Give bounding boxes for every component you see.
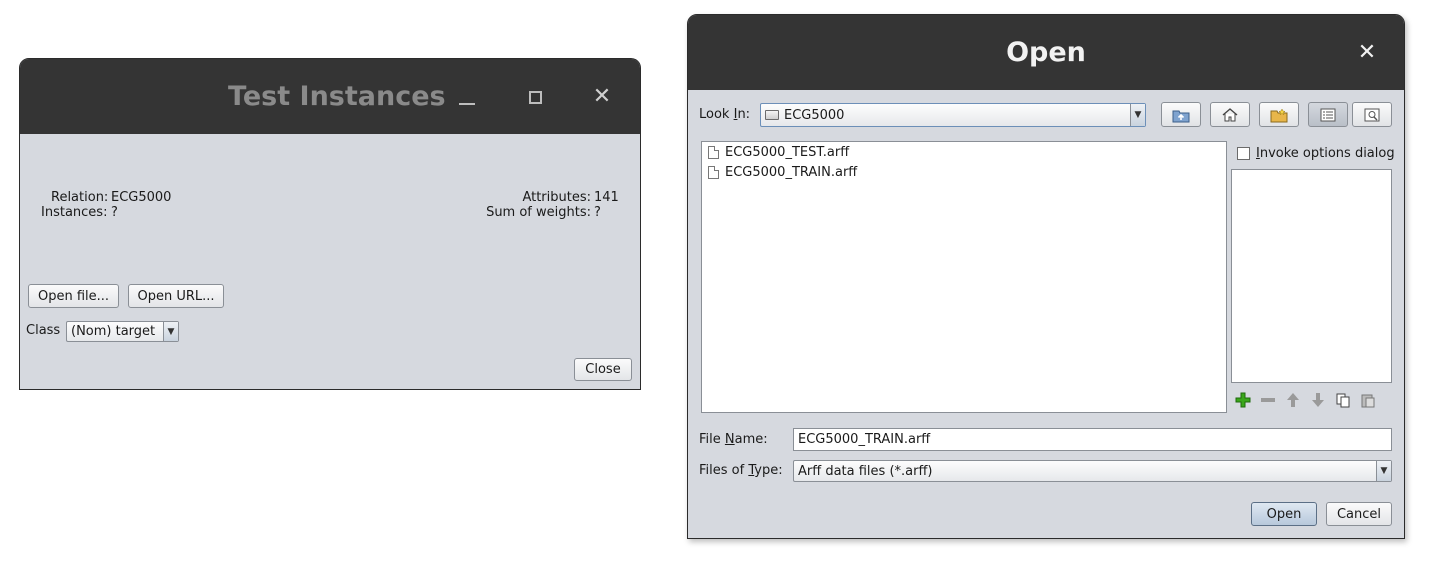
close-icon: ✕: [1357, 39, 1377, 65]
sum-weights-label: Sum of weights:: [486, 205, 591, 220]
dialog-close-button[interactable]: ✕: [1352, 37, 1382, 67]
dialog-title: Open: [1006, 37, 1086, 68]
file-name-field[interactable]: ECG5000_TRAIN.arff: [793, 428, 1392, 451]
new-folder-button[interactable]: [1259, 102, 1299, 127]
details-view-icon: [1364, 108, 1380, 121]
window-title: Test Instances: [228, 81, 446, 112]
new-folder-icon: [1270, 107, 1288, 122]
look-in-label: Look In:: [699, 107, 751, 122]
look-in-value: ECG5000: [784, 107, 845, 123]
maximize-button[interactable]: [520, 83, 550, 111]
options-panel[interactable]: [1231, 169, 1392, 383]
file-name: ECG5000_TEST.arff: [725, 145, 850, 160]
class-label: Class: [26, 323, 61, 338]
minus-icon: [1261, 398, 1275, 402]
file-list[interactable]: ECG5000_TEST.arff ECG5000_TRAIN.arff: [701, 141, 1227, 413]
class-select[interactable]: (Nom) target ▼: [66, 321, 179, 342]
copy-icon: [1336, 393, 1350, 408]
plus-icon: [1235, 392, 1251, 408]
test-instances-titlebar[interactable]: Test Instances ✕: [20, 59, 640, 134]
invoke-options-checkbox[interactable]: [1237, 147, 1250, 160]
cancel-button[interactable]: Cancel: [1326, 502, 1392, 526]
class-select-value: (Nom) target: [71, 324, 156, 339]
open-file-button[interactable]: Open file...: [28, 284, 119, 308]
list-item[interactable]: ECG5000_TEST.arff: [708, 145, 849, 160]
chevron-down-icon: ▼: [1130, 104, 1145, 126]
file-name-label: File Name:: [699, 432, 768, 447]
close-window-button[interactable]: ✕: [587, 81, 617, 111]
files-of-type-label: Files of Type:: [699, 463, 783, 478]
relation-label: Relation:: [51, 190, 109, 205]
instances-value: ?: [111, 205, 118, 220]
list-view-icon: [1320, 108, 1336, 121]
attributes-label: Attributes:: [522, 190, 591, 205]
up-folder-button[interactable]: [1161, 102, 1201, 127]
minimize-icon: [459, 103, 475, 105]
open-dialog: Open ✕ Look In: ECG5000 ▼ ECG5000_TEST.a…: [687, 14, 1405, 539]
file-icon: [708, 146, 719, 159]
file-name-value: ECG5000_TRAIN.arff: [798, 432, 931, 447]
copy-button[interactable]: [1334, 391, 1352, 409]
files-of-type-select[interactable]: Arff data files (*.arff) ▼: [793, 460, 1392, 482]
arrow-up-icon: [1287, 393, 1299, 407]
open-dialog-titlebar[interactable]: Open ✕: [688, 15, 1404, 90]
chevron-down-icon: ▼: [1376, 461, 1391, 481]
file-name: ECG5000_TRAIN.arff: [725, 165, 858, 180]
move-up-button[interactable]: [1284, 391, 1302, 409]
list-view-button[interactable]: [1308, 102, 1348, 127]
files-of-type-value: Arff data files (*.arff): [798, 463, 933, 479]
minimize-button[interactable]: [452, 84, 482, 112]
home-icon: [1222, 107, 1238, 121]
details-view-button[interactable]: [1352, 102, 1392, 127]
remove-button[interactable]: [1259, 391, 1277, 409]
sum-weights-value: ?: [594, 205, 601, 220]
home-button[interactable]: [1210, 102, 1250, 127]
paste-button[interactable]: [1359, 391, 1377, 409]
attributes-value: 141: [594, 190, 619, 205]
up-folder-icon: [1172, 110, 1190, 122]
open-url-button[interactable]: Open URL...: [128, 284, 224, 308]
invoke-options-label: Invoke options dialog: [1256, 146, 1395, 161]
add-button[interactable]: [1234, 391, 1252, 409]
close-icon: ✕: [592, 83, 612, 109]
test-instances-window: Test Instances ✕ Relation: ECG5000 Insta…: [19, 58, 641, 390]
file-icon: [708, 166, 719, 179]
arrow-down-icon: [1312, 393, 1324, 407]
maximize-icon: [528, 90, 542, 104]
move-down-button[interactable]: [1309, 391, 1327, 409]
close-button[interactable]: Close: [574, 358, 632, 381]
look-in-select[interactable]: ECG5000 ▼: [760, 103, 1146, 127]
list-item[interactable]: ECG5000_TRAIN.arff: [708, 165, 857, 180]
open-button[interactable]: Open: [1251, 502, 1317, 526]
chevron-down-icon: ▼: [163, 322, 178, 341]
instances-label: Instances:: [41, 205, 108, 220]
relation-value: ECG5000: [111, 190, 172, 205]
paste-icon: [1361, 394, 1375, 408]
folder-icon: [765, 110, 779, 120]
